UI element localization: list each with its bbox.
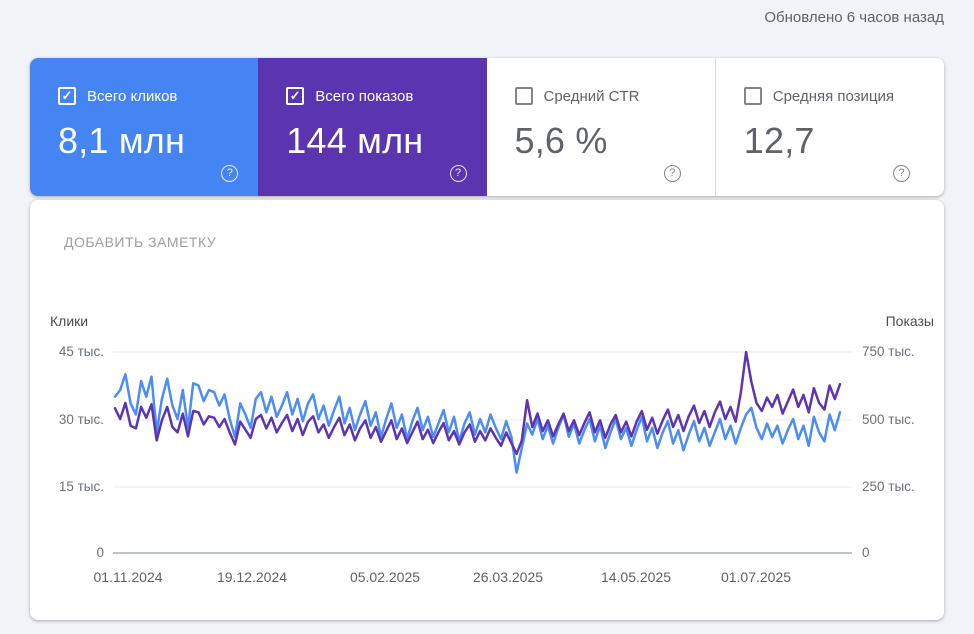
metric-card-header: ✓ Всего кликов (58, 86, 258, 106)
metric-card-average-position[interactable]: Средняя позиция 12,7 ? (715, 58, 944, 196)
metric-card-label: Средний CTR (544, 88, 640, 105)
help-icon[interactable]: ? (221, 165, 238, 182)
performance-chart-panel: ДОБАВИТЬ ЗАМЕТКУ Клики Показы 45 тыс. 30… (30, 200, 944, 620)
x-axis-tick: 05.02.2025 (330, 569, 440, 585)
checkbox-unchecked-icon[interactable] (744, 87, 762, 105)
checkbox-checked-icon[interactable]: ✓ (58, 87, 76, 105)
x-axis-tick: 01.11.2024 (73, 569, 183, 585)
metric-card-total-clicks[interactable]: ✓ Всего кликов 8,1 млн ? (30, 58, 258, 196)
metric-card-label: Всего кликов (87, 88, 177, 105)
search-console-performance-page: Обновлено 6 часов назад ✓ Всего кликов 8… (0, 0, 974, 634)
x-axis-tick: 01.07.2025 (701, 569, 811, 585)
metric-card-value: 12,7 (744, 120, 944, 162)
help-icon[interactable]: ? (664, 165, 681, 182)
x-axis-tick: 19.12.2024 (197, 569, 307, 585)
metric-card-header: ✓ Всего показов (286, 86, 486, 106)
x-axis-tick: 14.05.2025 (581, 569, 691, 585)
checkbox-checked-icon[interactable]: ✓ (286, 87, 304, 105)
checkbox-unchecked-icon[interactable] (515, 87, 533, 105)
metric-card-total-impressions[interactable]: ✓ Всего показов 144 млн ? (258, 58, 486, 196)
series-line-impressions[interactable] (115, 352, 840, 454)
metric-card-label: Средняя позиция (773, 88, 894, 105)
series-line-clicks[interactable] (115, 374, 840, 472)
metric-card-header: Средняя позиция (744, 86, 944, 106)
metric-card-label: Всего показов (315, 88, 413, 105)
last-updated-text: Обновлено 6 часов назад (764, 9, 944, 26)
series-lines-group (115, 352, 840, 473)
metric-card-average-ctr[interactable]: Средний CTR 5,6 % ? (487, 58, 715, 196)
metric-cards-row: ✓ Всего кликов 8,1 млн ? ✓ Всего показов… (30, 58, 944, 196)
metric-card-value: 144 млн (286, 120, 486, 162)
line-chart-plot[interactable] (30, 200, 944, 620)
x-axis-tick: 26.03.2025 (453, 569, 563, 585)
help-icon[interactable]: ? (893, 165, 910, 182)
metric-card-value: 8,1 млн (58, 120, 258, 162)
metric-card-value: 5,6 % (515, 120, 715, 162)
metric-card-header: Средний CTR (515, 86, 715, 106)
help-icon[interactable]: ? (450, 165, 467, 182)
